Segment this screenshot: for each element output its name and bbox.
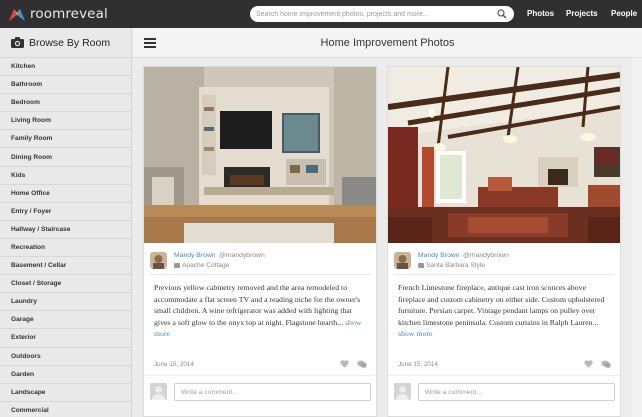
divider bbox=[388, 375, 620, 376]
like-heart-icon[interactable] bbox=[340, 360, 349, 368]
sidebar-item-recreation[interactable]: Recreation bbox=[0, 239, 131, 258]
search-icon[interactable] bbox=[497, 9, 507, 19]
like-heart-icon[interactable] bbox=[584, 360, 593, 368]
sidebar-item-living-room[interactable]: Living Room bbox=[0, 112, 131, 131]
roomreveal-logo-icon bbox=[9, 8, 25, 21]
comment-input[interactable] bbox=[418, 383, 615, 401]
author-name[interactable]: Mandy Brown bbox=[418, 252, 460, 259]
camera-icon bbox=[11, 37, 24, 48]
sidebar-item-dining-room[interactable]: Dining Room bbox=[0, 148, 131, 167]
divider bbox=[394, 274, 614, 275]
photo-santa-barbara-living-room[interactable] bbox=[388, 67, 620, 243]
brand-logo[interactable]: roomreveal bbox=[8, 5, 108, 23]
nav-people-link[interactable]: People bbox=[611, 9, 637, 18]
sidebar-item-closet-storage[interactable]: Closet / Storage bbox=[0, 275, 131, 294]
author-handle: @mandybrown bbox=[219, 252, 265, 259]
sidebar-item-bathroom[interactable]: Bathroom bbox=[0, 76, 131, 95]
author-avatar[interactable] bbox=[394, 252, 411, 269]
divider bbox=[150, 274, 370, 275]
photo-description: French Limestone fireplace, antique cast… bbox=[398, 282, 612, 340]
sidebar-item-garden[interactable]: Garden bbox=[0, 366, 131, 384]
top-navbar: roomreveal Photos Projects People bbox=[0, 0, 642, 28]
style-tag-icon bbox=[418, 263, 424, 268]
author-handle: @mandybrown bbox=[463, 252, 509, 259]
style-tag-icon bbox=[174, 263, 180, 268]
post-date: June 15, 2014 bbox=[154, 361, 194, 368]
author-info: Mandy Brown @mandybrown Santa Barbara St… bbox=[388, 250, 620, 274]
author-info: Mandy Brown @mandybrown Apache Cottage bbox=[144, 250, 376, 274]
style-tag[interactable]: Apache Cottage bbox=[182, 262, 229, 269]
nav-photos-link[interactable]: Photos bbox=[527, 9, 554, 18]
page-scrollbar[interactable] bbox=[632, 58, 642, 417]
description-text: Previous yellow cabinetry removed and th… bbox=[154, 283, 361, 327]
sidebar-item-commercial[interactable]: Commercial bbox=[0, 402, 131, 417]
sidebar-item-kitchen[interactable]: Kitchen bbox=[0, 58, 131, 77]
main-header: Home Improvement Photos bbox=[133, 28, 642, 58]
show-more-link[interactable]: show more bbox=[398, 329, 432, 338]
photo-living-room-tv[interactable] bbox=[144, 67, 376, 243]
style-tag[interactable]: Santa Barbara Style bbox=[426, 262, 485, 269]
comment-bubble-icon[interactable] bbox=[601, 360, 611, 369]
browse-by-room-sidebar: Browse By Room Kitchen Bathroom Bedroom … bbox=[0, 28, 132, 417]
sidebar-item-bedroom[interactable]: Bedroom bbox=[0, 94, 131, 113]
description-text: French Limestone fireplace, antique cast… bbox=[398, 283, 605, 327]
author-avatar[interactable] bbox=[150, 252, 167, 269]
search-box bbox=[250, 6, 514, 22]
sidebar-item-home-office[interactable]: Home Office bbox=[0, 185, 131, 203]
sidebar-item-landscape[interactable]: Landscape bbox=[0, 384, 131, 402]
sidebar-item-basement-cellar[interactable]: Basement / Cellar bbox=[0, 257, 131, 276]
divider bbox=[144, 375, 376, 376]
sidebar-title: Browse By Room bbox=[29, 36, 111, 49]
sidebar-header: Browse By Room bbox=[0, 28, 131, 58]
sidebar-item-outdoors[interactable]: Outdoors bbox=[0, 348, 131, 366]
page-title: Home Improvement Photos bbox=[320, 37, 455, 49]
nav-projects-link[interactable]: Projects bbox=[566, 9, 598, 18]
comment-input[interactable] bbox=[174, 383, 371, 401]
sidebar-item-family-room[interactable]: Family Room bbox=[0, 130, 131, 149]
sidebar-item-hallway-staircase[interactable]: Hallway / Staircase bbox=[0, 221, 131, 239]
author-name[interactable]: Mandy Brown bbox=[174, 252, 216, 259]
sidebar-item-exterior[interactable]: Exterior bbox=[0, 329, 131, 348]
brand-name: roomreveal bbox=[30, 6, 108, 22]
search-input[interactable] bbox=[256, 6, 492, 22]
sidebar-item-garage[interactable]: Garage bbox=[0, 311, 131, 330]
sidebar-item-kids[interactable]: Kids bbox=[0, 167, 131, 185]
commenter-avatar bbox=[394, 383, 411, 400]
sidebar-item-entry-foyer[interactable]: Entry / Foyer bbox=[0, 203, 131, 221]
post-date: June 15, 2014 bbox=[398, 361, 438, 368]
sidebar-item-laundry[interactable]: Laundry bbox=[0, 293, 131, 312]
commenter-avatar bbox=[150, 383, 167, 400]
photo-card: Mandy Brown @mandybrown Santa Barbara St… bbox=[387, 66, 621, 417]
photo-description: Previous yellow cabinetry removed and th… bbox=[154, 282, 368, 340]
comment-bubble-icon[interactable] bbox=[357, 360, 367, 369]
photo-card: Mandy Brown @mandybrown Apache Cottage P… bbox=[143, 66, 377, 417]
